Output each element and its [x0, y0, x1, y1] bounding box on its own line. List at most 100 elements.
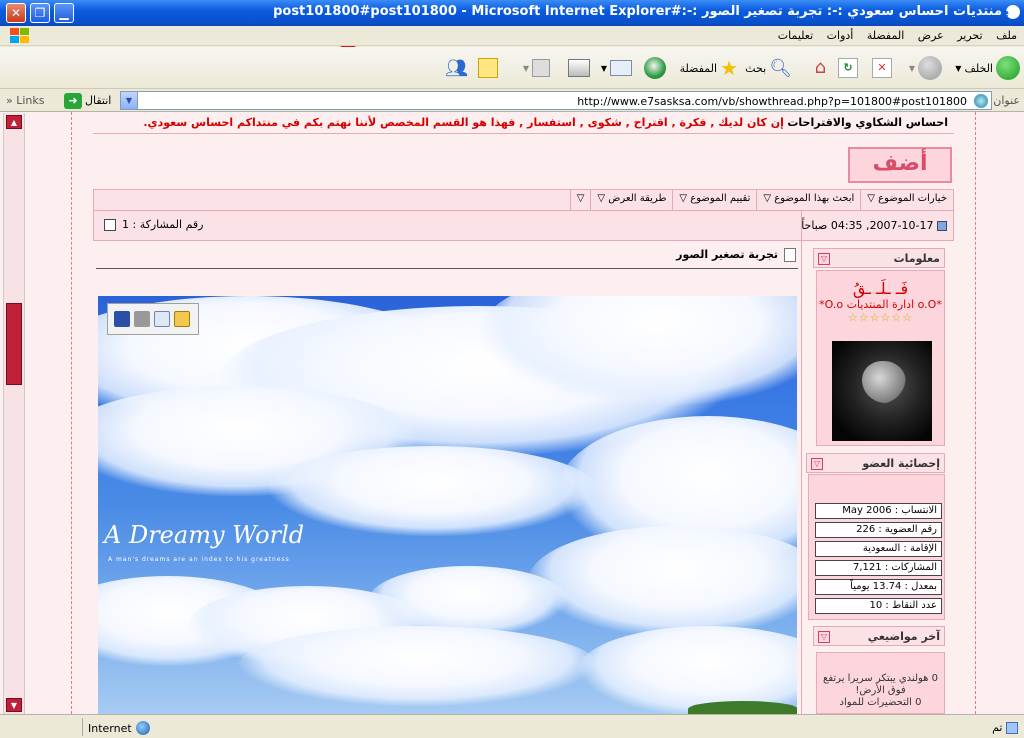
- menu-favorites[interactable]: المفضلة: [862, 26, 909, 45]
- scroll-thumb[interactable]: [6, 303, 22, 385]
- edit-dropdown-icon[interactable]: ▼: [523, 64, 529, 73]
- status-bar: تم Internet: [0, 714, 1024, 738]
- user-info-box: فَـ ـلَـ ـقُ *o.O ادارة المنتديات O.o* ☆…: [816, 270, 945, 446]
- discuss-button[interactable]: [478, 55, 498, 81]
- back-dropdown-icon[interactable]: ▼: [955, 64, 961, 73]
- email-image-icon[interactable]: [154, 311, 170, 327]
- recent-topics-box: 0 هولندي يبتكر سريرا يرتفع فوق الأرض! 0 …: [816, 652, 945, 714]
- edit-button[interactable]: ▼: [523, 55, 550, 81]
- window-title: post101800#post101800 - Microsoft Intern…: [273, 4, 1002, 19]
- address-input[interactable]: ▼ http://www.e7sasksa.com/vb/showthread.…: [120, 91, 992, 110]
- display-mode-label: طريقة العرض: [608, 193, 667, 204]
- mail-button[interactable]: ▼: [601, 55, 632, 81]
- discuss-note-icon: [478, 58, 498, 78]
- edit-icon: [532, 59, 550, 77]
- forward-arrow-icon: [918, 56, 942, 80]
- search-icon: 🔍︎: [769, 57, 792, 79]
- stat-posts: المشاركات : 7,121: [815, 560, 942, 576]
- home-button[interactable]: ⌂: [804, 55, 826, 81]
- go-label: انتقال: [85, 94, 112, 107]
- add-reply-button[interactable]: أضف: [848, 147, 952, 183]
- post-select-checkbox[interactable]: [104, 218, 116, 231]
- restore-button[interactable]: ❐: [30, 3, 50, 23]
- open-folder-icon[interactable]: [174, 311, 190, 327]
- avatar-hands-image: [862, 361, 906, 403]
- title-bar: e post101800#post101800 - Microsoft Inte…: [0, 0, 1024, 26]
- refresh-icon: ↻: [838, 58, 858, 78]
- thread-rate-label: تقييم الموضوع: [690, 193, 751, 204]
- post-date: 2007-10-17, 04:35 صباحاً: [801, 219, 947, 232]
- back-label: الخلف: [964, 61, 993, 75]
- stop-button[interactable]: ✕: [872, 55, 892, 81]
- post-icon: [937, 221, 947, 231]
- image-subcaption: A man's dreams are an index to his great…: [108, 556, 290, 563]
- post-number-label: رقم المشاركة : 1: [122, 218, 204, 231]
- close-button[interactable]: ✕: [6, 3, 26, 23]
- print-icon: [568, 59, 590, 77]
- menu-edit[interactable]: تحرير: [952, 26, 987, 45]
- recent-topic-link[interactable]: 0 هولندي يبتكر سريرا يرتفع فوق الأرض!: [817, 673, 944, 697]
- recent-topic-link[interactable]: 0 التحضيرات للمواد: [817, 697, 944, 709]
- stop-icon: ✕: [872, 58, 892, 78]
- home-icon: ⌂: [814, 57, 826, 78]
- save-image-icon[interactable]: [114, 311, 130, 327]
- forum-description: احساس الشكاوي والاقتراحات إن كان لديك , …: [93, 113, 954, 134]
- status-text: تم: [992, 721, 1018, 734]
- refresh-button[interactable]: ↻: [838, 55, 858, 81]
- divider: [801, 211, 802, 714]
- menu-help[interactable]: تعليمات: [773, 26, 818, 45]
- menu-tools[interactable]: أدوات: [822, 26, 859, 45]
- page-done-icon: [1006, 722, 1018, 734]
- links-label[interactable]: » Links: [6, 94, 45, 107]
- vertical-scrollbar[interactable]: ▲ ▼: [3, 113, 25, 714]
- thread-search-menu[interactable]: ابحث بهذا الموضوع ▽: [756, 190, 860, 210]
- messenger-button[interactable]: 👥︎: [445, 55, 468, 81]
- favorites-button[interactable]: ★ المفضلة: [680, 55, 738, 81]
- menu-view[interactable]: عرض: [913, 26, 949, 45]
- address-bar: عنوان ▼ http://www.e7sasksa.com/vb/showt…: [0, 89, 1024, 112]
- minimize-button[interactable]: ▁: [54, 3, 74, 23]
- sidebar-info-head: معلومات ▽: [813, 248, 945, 268]
- history-button[interactable]: [644, 55, 666, 81]
- favorites-label: المفضلة: [679, 61, 718, 75]
- stat-rate: بمعدل : 13.74 يومياً: [815, 579, 942, 595]
- stats-head-label: إحصائية العضو: [862, 457, 940, 470]
- thread-rate-menu[interactable]: تقييم الموضوع ▽: [672, 190, 756, 210]
- avatar: [832, 341, 932, 441]
- thread-options-menu[interactable]: خيارات الموضوع ▽: [860, 190, 953, 210]
- image-toolbar: [107, 303, 199, 335]
- security-zone: Internet: [88, 721, 150, 735]
- display-mode-menu[interactable]: طريقة العرض ▽: [590, 190, 672, 210]
- search-button[interactable]: 🔍︎ بحث: [745, 55, 792, 81]
- scroll-up-icon[interactable]: ▲: [6, 115, 22, 129]
- scroll-down-icon[interactable]: ▼: [6, 698, 22, 712]
- toolbar: الخلف ▼ ▼ ✕ ↻ ⌂ 🔍︎ بحث ★ المفضلة ▼ ▼ 👥︎: [0, 47, 1024, 89]
- post-number: رقم المشاركة : 1: [104, 218, 203, 231]
- print-button[interactable]: [568, 55, 590, 81]
- collapse-icon[interactable]: ▽: [818, 631, 830, 643]
- forward-dropdown-icon[interactable]: ▼: [909, 64, 915, 73]
- forward-button[interactable]: ▼: [909, 55, 942, 81]
- menu-bar: ملف تحرير عرض المفضلة أدوات تعليمات: [0, 26, 1024, 46]
- back-button[interactable]: الخلف ▼: [955, 55, 1020, 81]
- page-icon: [974, 94, 988, 108]
- divider: [975, 112, 976, 714]
- print-image-icon[interactable]: [134, 311, 150, 327]
- collapse-icon[interactable]: ▽: [818, 253, 830, 265]
- username[interactable]: فَـ ـلَـ ـقُ: [817, 279, 944, 298]
- forum-title[interactable]: احساس الشكاوي والاقتراحات: [787, 116, 948, 129]
- info-head-label: معلومات: [893, 252, 940, 265]
- address-dropdown-icon[interactable]: ▼: [121, 92, 138, 109]
- mail-dropdown-icon[interactable]: ▼: [601, 64, 607, 73]
- thread-tools-bar: خيارات الموضوع ▽ ابحث بهذا الموضوع ▽ تقي…: [93, 189, 954, 211]
- address-url[interactable]: http://www.e7sasksa.com/vb/showthread.ph…: [577, 95, 967, 108]
- sidebar-stats-head: إحصائية العضو ▽: [806, 453, 945, 473]
- collapse-icon[interactable]: ▽: [811, 458, 823, 470]
- post-image[interactable]: A Dreamy World A man's dreams are an ind…: [98, 296, 797, 714]
- menu-file[interactable]: ملف: [991, 26, 1022, 45]
- extra-menu[interactable]: ▽: [569, 190, 591, 210]
- go-button[interactable]: ➜ انتقال: [64, 92, 111, 109]
- post-title: تجربة تصغير الصور: [96, 243, 798, 269]
- stat-member-id: رقم العضوية : 226: [815, 522, 942, 538]
- favorites-star-icon: ★: [720, 56, 738, 80]
